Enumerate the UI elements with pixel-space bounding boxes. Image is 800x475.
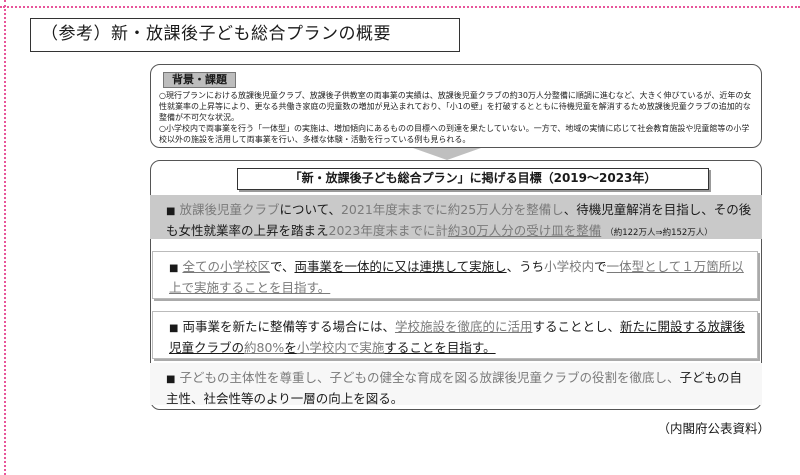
background-para-1: ○現行プランにおける放課後児童クラブ、放課後子供教室の両事業の実績は、放課後児童… [159,91,752,122]
goal-1-text-i: （約122万人⇒約152万人） [605,228,713,238]
goal-3-text-h: することを目指す。 [384,340,496,355]
bullet-icon: ■ [169,263,179,274]
goal-1-text-h: 約30万人分の受け皿を整備 [447,223,602,238]
goal-3-text-c: することとし、 [532,319,620,334]
goal-3-text-f: を [284,340,297,355]
goal-1-text-e: 待機児童解消を目指し [576,202,702,217]
goal-3-text-a: 両事業を新たに整備等する場合には、 [182,319,395,334]
goal-1-text-g: 2023年度末までに計 [328,223,448,238]
goal-item-3: ■ 両事業を新たに整備等する場合には、学校施設を徹底的に活用することとし、新たに開… [152,311,758,359]
goal-3-text-e: 約80% [244,340,285,355]
goal-2-text-b: で、 [269,259,295,274]
down-arrow-icon [413,148,481,160]
bullet-icon: ■ [169,323,179,334]
background-issues-label: 背景・課題 [163,72,236,88]
goal-2-text-e: 小学校内 [544,259,595,274]
goal-item-1: ■ 放課後児童クラブについて、2021年度末までに約25万人分を整備し、待機児童解… [150,195,762,239]
page-title: （参考）新・放課後子ども総合プランの概要 [30,18,460,52]
source-note: （内閣府公表資料） [657,421,770,436]
goal-1-text-c: 2021年度末までに約25万人分を整備し [340,202,564,217]
goal-2-text-a: 全ての小学校区 [182,259,270,274]
goal-item-2: ■ 全ての小学校区で、両事業を一体的に又は連携して実施し、うち小学校内で一体型とし… [152,251,758,299]
goal-1-text-b: について、 [279,202,341,217]
goal-2-text-h: ことを目指す。 [244,280,331,295]
goal-1-text-a: 放課後児童クラブ [179,202,280,217]
goal-2-text-d: 、うち [506,259,545,274]
bullet-icon: ■ [166,206,176,217]
goal-1-text-d: 、 [563,202,577,217]
background-issues-box: 背景・課題 ○現行プランにおける放課後児童クラブ、放課後子供教室の両事業の実績は… [150,64,762,148]
goal-2-text-f: で [594,259,607,274]
goal-3-text-b: 学校施設を徹底的に活用 [394,319,533,334]
goal-4-text-a: 子どもの主体性を尊重し、子どもの健全な育成を図る放課後児童クラブの役割を徹底し、 [179,370,680,385]
bullet-icon: ■ [166,374,176,385]
dotted-top-border [0,0,800,8]
goal-item-4: ■ 子どもの主体性を尊重し、子どもの健全な育成を図る放課後児童クラブの役割を徹底し… [150,363,762,405]
background-para-2: ○小学校内で両事業を行う「一体型」の実施は、増加傾向にあるものの目標への到達を果… [159,124,750,144]
dotted-left-border [0,0,6,475]
goal-3-text-g: 小学校内で実施 [296,340,385,355]
goals-header: 「新・放課後子ども総合プラン」に掲げる目標（2019～2023年） [237,168,709,190]
background-issues-text: ○現行プランにおける放課後児童クラブ、放課後子供教室の両事業の実績は、放課後児童… [159,90,753,145]
goal-2-text-c: 両事業を一体的に又は連携して実施し [294,259,507,274]
